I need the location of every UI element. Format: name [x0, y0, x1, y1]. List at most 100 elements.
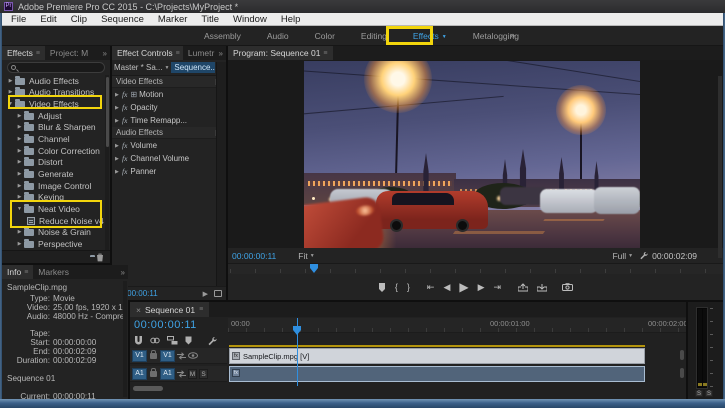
tab-info[interactable]: Info ≡ — [2, 265, 33, 279]
effect-row-opacity[interactable]: ▶fx Opacity ↺ — [112, 101, 226, 114]
panel-menu-icon[interactable]: ≡ — [36, 50, 40, 57]
extract-icon[interactable] — [537, 283, 547, 292]
add-marker-icon[interactable] — [185, 336, 192, 345]
tree-item-distort[interactable]: ▶Distort — [2, 156, 104, 168]
fx-badge-icon[interactable]: fx — [122, 116, 127, 125]
program-scrubber[interactable] — [228, 263, 723, 274]
nest-icon[interactable] — [167, 336, 178, 345]
fx-badge-icon[interactable]: fx — [122, 103, 127, 112]
step-forward-icon[interactable]: ▶ — [478, 282, 485, 293]
track-target-v1[interactable]: V1 — [160, 350, 175, 362]
panel-menu-icon[interactable]: ≡ — [199, 306, 203, 313]
fx-badge-icon[interactable]: fx — [122, 167, 127, 176]
tree-item-image-control[interactable]: ▶Image Control — [2, 180, 104, 192]
tree-item-blur-sharpen[interactable]: ▶Blur & Sharpen — [2, 122, 104, 134]
play-icon[interactable]: ▶ — [203, 290, 208, 298]
workspace-overflow-icon[interactable]: » — [510, 30, 515, 40]
mark-out-icon[interactable]: } — [407, 282, 410, 292]
workspace-tab-effects[interactable]: Effects▼ — [407, 31, 453, 41]
lock-icon[interactable] — [150, 371, 157, 377]
menu-sequence[interactable]: Sequence — [94, 14, 151, 25]
linked-selection-icon[interactable] — [150, 336, 160, 345]
track-height-handle[interactable] — [680, 350, 684, 360]
effect-row-time-remapping[interactable]: ▶fx Time Remapp... — [112, 114, 226, 127]
effect-row-panner[interactable]: ▶fx Panner — [112, 165, 226, 178]
menu-file[interactable]: File — [4, 14, 33, 25]
chevron-down-icon[interactable]: ▼ — [628, 253, 633, 259]
playback-resolution-select[interactable]: Full — [612, 251, 626, 261]
export-frame-icon[interactable] — [562, 283, 573, 291]
menu-window[interactable]: Window — [226, 14, 274, 25]
tab-project[interactable]: Project: M — [45, 46, 93, 60]
tree-item-audio-effects[interactable]: ▶Audio Effects — [2, 75, 104, 87]
tab-markers[interactable]: Markers — [33, 265, 74, 279]
tree-item-adjust[interactable]: ▶Adjust — [2, 110, 104, 122]
fx-badge-icon[interactable]: fx — [122, 90, 127, 99]
panel-menu-icon[interactable]: ≡ — [24, 269, 28, 276]
fx-badge-icon[interactable]: fx — [122, 154, 127, 163]
panel-overflow-icon[interactable]: » — [103, 46, 110, 60]
go-to-out-icon[interactable]: ⇥ — [494, 282, 502, 293]
tree-item-color-correction[interactable]: ▶Color Correction — [2, 145, 104, 157]
tree-item-audio-transitions[interactable]: ▶Audio Transitions — [2, 87, 104, 99]
effects-tree-scrollbar[interactable] — [105, 75, 109, 250]
play-button-icon[interactable]: ▶ — [459, 280, 468, 294]
chevron-down-icon[interactable]: ▼ — [310, 253, 315, 259]
clip-fx-badge-icon[interactable]: fx — [232, 369, 240, 377]
export-frame-icon[interactable] — [214, 290, 222, 297]
tree-item-keying[interactable]: ▶Keying — [2, 191, 104, 203]
snap-icon[interactable] — [134, 336, 143, 346]
toggle-track-output-eye-icon[interactable] — [188, 352, 198, 359]
tree-item-video-effects[interactable]: ▼Video Effects — [2, 98, 104, 110]
tab-program-monitor[interactable]: Program: Sequence 01 ≡ — [228, 46, 333, 60]
timeline-horizontal-scrollbar[interactable] — [133, 386, 163, 391]
tab-sequence-01[interactable]: × Sequence 01 ≡ — [130, 302, 209, 317]
add-marker-icon[interactable] — [378, 283, 386, 292]
effect-row-motion[interactable]: ▶fx ⊞ Motion ↺ — [112, 88, 226, 101]
panel-overflow-icon[interactable]: » — [121, 265, 128, 279]
menu-marker[interactable]: Marker — [151, 14, 195, 25]
video-clip[interactable]: fx SampleClip.mpg [V] — [229, 348, 645, 364]
tree-item-channel[interactable]: ▶Channel — [2, 133, 104, 145]
source-patch-a1[interactable]: A1 — [132, 368, 147, 380]
lift-icon[interactable] — [518, 283, 528, 292]
solo-right-button[interactable]: S — [705, 390, 713, 397]
tree-item-neat-video[interactable]: ▼Neat Video — [2, 203, 104, 215]
solo-left-button[interactable]: S — [695, 390, 703, 397]
menu-clip[interactable]: Clip — [64, 14, 94, 25]
program-scrollbar[interactable] — [718, 76, 722, 258]
tree-item-noise-grain[interactable]: ▶Noise & Grain — [2, 226, 104, 238]
workspace-tab-assembly[interactable]: Assembly — [198, 31, 247, 41]
effect-row-channel-volume[interactable]: ▶fx Channel Volume ↺ — [112, 152, 226, 165]
sequence-clip-label[interactable]: Sequence... — [171, 62, 215, 73]
chevron-down-icon[interactable]: ▼ — [164, 65, 169, 71]
tree-item-reduce-noise-v4[interactable]: Reduce Noise v4 — [2, 215, 104, 227]
workspace-tab-audio[interactable]: Audio — [261, 31, 295, 41]
effect-row-volume[interactable]: ▶fx Volume ↺ — [112, 139, 226, 152]
program-video-frame[interactable] — [304, 61, 640, 248]
track-target-a1[interactable]: A1 — [160, 368, 175, 380]
go-to-in-icon[interactable]: ⇤ — [427, 282, 435, 293]
fx-badge-icon[interactable]: fx — [122, 141, 127, 150]
delete-icon[interactable] — [96, 253, 104, 262]
lock-icon[interactable] — [150, 353, 157, 359]
solo-button[interactable]: S — [199, 369, 208, 379]
step-back-icon[interactable]: ◀ — [443, 282, 450, 293]
timeline-settings-icon[interactable] — [207, 336, 217, 346]
track-height-handle[interactable] — [680, 368, 684, 378]
workspace-tab-color[interactable]: Color — [309, 31, 341, 41]
menu-title[interactable]: Title — [194, 14, 226, 25]
panel-overflow-icon[interactable]: » — [219, 46, 226, 60]
workspace-tab-editing[interactable]: Editing — [355, 31, 393, 41]
settings-wrench-icon[interactable] — [639, 251, 648, 260]
clip-fx-badge-icon[interactable]: fx — [232, 352, 240, 360]
audio-clip[interactable]: fx — [229, 366, 645, 382]
workspace-tab-metalogging[interactable]: Metalogging — [467, 31, 525, 41]
mark-in-icon[interactable]: { — [395, 282, 398, 292]
timeline-playhead[interactable] — [293, 326, 301, 335]
source-patch-v1[interactable]: V1 — [132, 350, 147, 362]
menu-edit[interactable]: Edit — [33, 14, 63, 25]
master-clip-label[interactable]: Master * Sa... — [114, 63, 162, 72]
menu-help[interactable]: Help — [274, 14, 308, 25]
panel-menu-icon[interactable]: ≡ — [176, 50, 180, 57]
